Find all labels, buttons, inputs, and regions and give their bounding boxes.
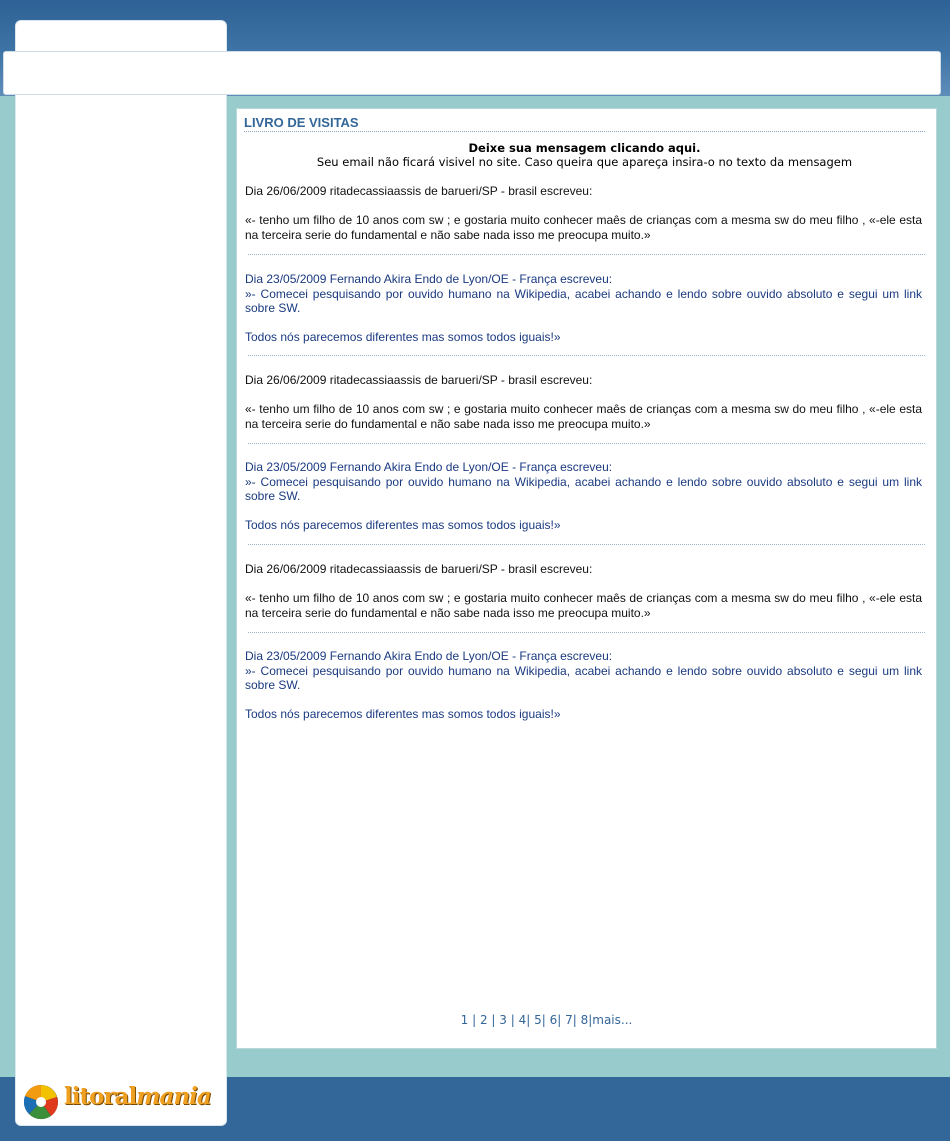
page-link-3[interactable]: 3 <box>499 1013 507 1027</box>
page-separator: | <box>468 1013 480 1027</box>
logo[interactable]: litoralmania <box>15 1077 227 1126</box>
guestbook-entry: Dia 26/06/2009 ritadecassiaassis de baru… <box>245 184 922 242</box>
page-link-2[interactable]: 2 <box>480 1013 488 1027</box>
entry-message: »- Comecei pesquisando por ouvido humano… <box>245 474 922 504</box>
entry-message-closing: Todos nós parecemos diferentes mas somos… <box>245 518 561 533</box>
entry-header: Dia 23/05/2009 Fernando Akira Endo de Ly… <box>245 272 613 286</box>
page-separator: | <box>541 1013 550 1027</box>
page-link-7[interactable]: 7 <box>565 1013 573 1027</box>
guestbook-entry: Dia 26/06/2009 ritadecassiaassis de baru… <box>245 373 922 431</box>
logo-wordmark: litoralmania <box>64 1083 212 1110</box>
top-navigation-bar <box>3 51 941 95</box>
logo-word-mania: mania <box>136 1083 212 1110</box>
guestbook-entry: Dia 23/05/2009 Fernando Akira Endo de Ly… <box>245 649 922 722</box>
page-separator: | <box>557 1013 566 1027</box>
entry-message-closing: Todos nós parecemos diferentes mas somos… <box>245 707 561 722</box>
page-separator: | <box>572 1013 581 1027</box>
entry-header: Dia 26/06/2009 ritadecassiaassis de baru… <box>245 184 593 198</box>
page-separator: | <box>526 1013 535 1027</box>
spiral-logo-icon <box>23 1084 58 1120</box>
entry-message-closing: Todos nós parecemos diferentes mas somos… <box>245 330 561 345</box>
entry-divider <box>248 632 925 633</box>
leave-message-link[interactable]: Deixe sua mensagem clicando aqui. <box>244 141 925 155</box>
left-sidebar <box>15 20 227 1126</box>
entry-header: Dia 23/05/2009 Fernando Akira Endo de Ly… <box>245 460 613 474</box>
entry-message: »- Comecei pesquisando por ouvido humano… <box>245 663 922 693</box>
entry-message: «- tenho um filho de 10 anos com sw ; e … <box>245 213 922 242</box>
entry-header: Dia 26/06/2009 ritadecassiaassis de baru… <box>245 562 593 576</box>
guestbook-entry: Dia 23/05/2009 Fernando Akira Endo de Ly… <box>245 272 922 345</box>
logo-word-litoral: litoral <box>64 1083 137 1110</box>
page-title: LIVRO DE VISITAS <box>244 115 925 132</box>
more-pages-link[interactable]: mais... <box>592 1013 632 1027</box>
entry-header: Dia 26/06/2009 ritadecassiaassis de baru… <box>245 373 593 387</box>
entry-divider <box>248 544 925 545</box>
page-separator: | <box>487 1013 500 1027</box>
entry-message: «- tenho um filho de 10 anos com sw ; e … <box>245 402 922 431</box>
entry-divider <box>248 443 925 444</box>
entry-divider <box>248 254 925 255</box>
page-separator: | <box>506 1013 519 1027</box>
guestbook-intro: Deixe sua mensagem clicando aqui. Seu em… <box>244 141 925 169</box>
guestbook-entry: Dia 26/06/2009 ritadecassiaassis de baru… <box>245 562 922 620</box>
email-privacy-note: Seu email não ficará visivel no site. Ca… <box>316 155 853 169</box>
guestbook-entry: Dia 23/05/2009 Fernando Akira Endo de Ly… <box>245 460 922 533</box>
pagination: 1 | 2 | 3 | 4| 5| 6| 7| 8|mais... <box>236 1013 857 1027</box>
page-link-5[interactable]: 5 <box>534 1013 542 1027</box>
entry-message: «- tenho um filho de 10 anos com sw ; e … <box>245 591 922 620</box>
entry-message: »- Comecei pesquisando por ouvido humano… <box>245 286 922 316</box>
entry-header: Dia 23/05/2009 Fernando Akira Endo de Ly… <box>245 649 613 663</box>
entry-divider <box>248 355 925 356</box>
